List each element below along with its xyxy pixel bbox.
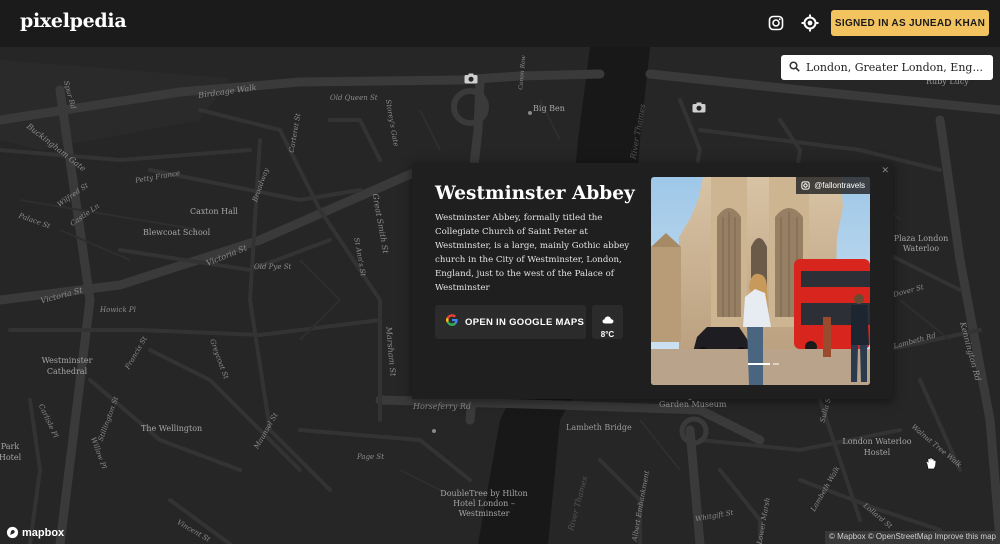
- map-place-label: Plaza London Waterloo: [893, 234, 949, 253]
- close-icon[interactable]: ✕: [881, 165, 889, 176]
- temperature: 8°C: [600, 330, 615, 339]
- improve-map-link[interactable]: Improve this map: [935, 532, 996, 541]
- map-attribution: © Mapbox © OpenStreetMap Improve this ma…: [825, 531, 1000, 544]
- map-street-label: Howick Pl: [100, 306, 136, 314]
- search-input[interactable]: [806, 61, 986, 74]
- map-place-label: Westminster Cathedral: [41, 356, 93, 376]
- cloud-icon: [592, 311, 623, 329]
- search-icon: [789, 59, 800, 77]
- place-photo[interactable]: @fallontravels: [651, 177, 870, 385]
- map-street-label: Old Pye St: [254, 263, 292, 271]
- location-search[interactable]: [781, 55, 993, 80]
- map-place-label: Park Hotel: [0, 442, 22, 462]
- open-google-maps-button[interactable]: OPEN IN GOOGLE MAPS: [435, 305, 586, 339]
- map-street-label: Old Queen St: [330, 94, 378, 102]
- attribution-osm-link[interactable]: © OpenStreetMap: [868, 532, 933, 541]
- google-icon: [446, 313, 458, 331]
- map-place-label: Garden Museum: [659, 400, 727, 409]
- map-place-label: DoubleTree by Hilton Hotel London – West…: [440, 489, 528, 518]
- brightness-icon[interactable]: [799, 12, 821, 34]
- app-logo[interactable]: pixelpedia: [20, 10, 127, 32]
- mapbox-logo-icon: [6, 526, 19, 539]
- top-bar: pixelpedia SIGNED IN AS JUNEAD KHAN: [0, 0, 1000, 47]
- camera-marker-icon[interactable]: [464, 73, 478, 84]
- map-street-label: Horseferry Rd: [413, 402, 472, 411]
- app-page: pixelpedia SIGNED IN AS JUNEAD KHAN Bird…: [0, 0, 1000, 544]
- photo-credit-badge[interactable]: @fallontravels: [796, 177, 870, 194]
- map-street-label: Lambeth Bridge: [566, 423, 632, 432]
- map-place-label: The Wellington: [141, 424, 203, 433]
- mapbox-logo[interactable]: mapbox: [6, 526, 64, 539]
- place-description: Westminster Abbey, formally titled the C…: [435, 213, 630, 293]
- instagram-icon[interactable]: [765, 12, 787, 34]
- map-place-label: Caxton Hall: [190, 207, 238, 216]
- signin-button[interactable]: SIGNED IN AS JUNEAD KHAN: [831, 10, 989, 36]
- open-google-maps-label: OPEN IN GOOGLE MAPS: [465, 316, 585, 328]
- map-place-label: Blewcoat School: [143, 228, 211, 237]
- attribution-mapbox-link[interactable]: © Mapbox: [829, 532, 866, 541]
- abbey-photo-image: [651, 177, 870, 385]
- hand-cursor-icon: [925, 457, 937, 470]
- instagram-icon: [801, 181, 810, 190]
- map-place-label: Big Ben: [533, 104, 565, 113]
- weather-widget: 8°C: [592, 305, 623, 339]
- place-info-card: ✕ Westminster Abbey Westminster Abbey, f…: [412, 163, 893, 399]
- mapbox-wordmark: mapbox: [22, 526, 65, 539]
- camera-marker-icon[interactable]: [692, 102, 706, 113]
- photo-credit-text: @fallontravels: [814, 181, 865, 190]
- map-street-label: Page St: [357, 453, 385, 461]
- map-place-label: London Waterloo Hostel: [842, 437, 912, 457]
- place-title: Westminster Abbey: [435, 183, 635, 204]
